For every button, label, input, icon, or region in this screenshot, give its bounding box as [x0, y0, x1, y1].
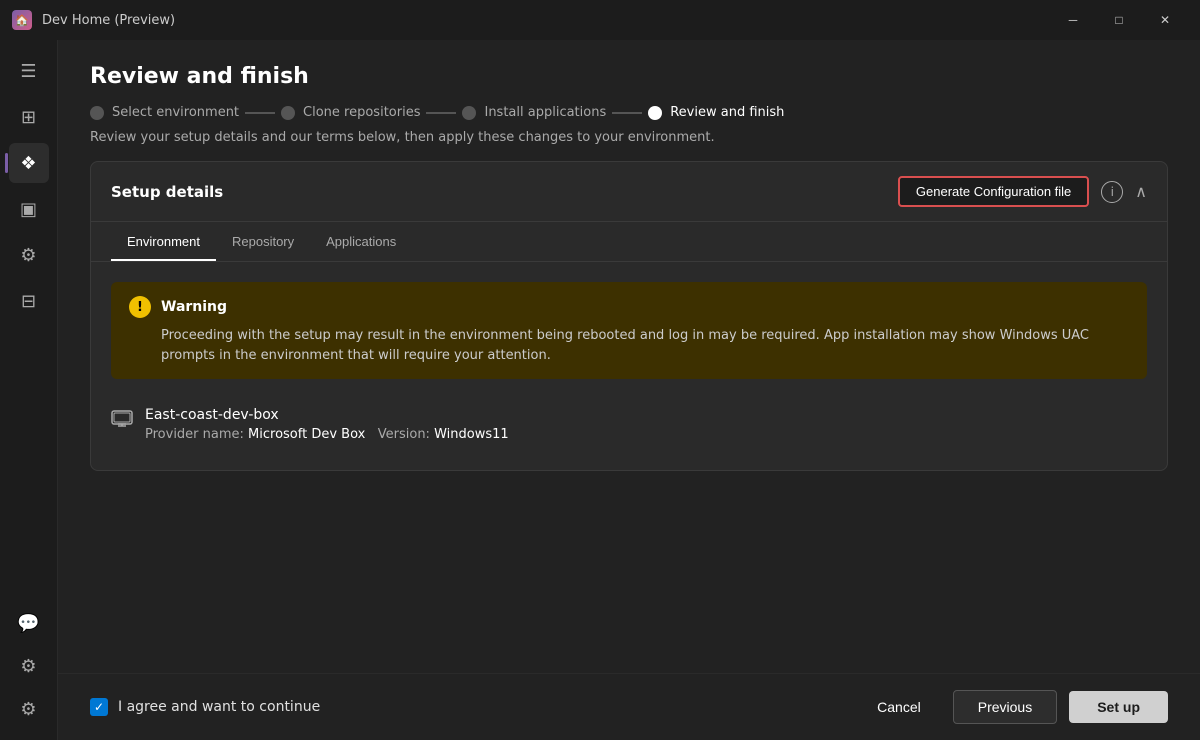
step-connector-3 — [612, 112, 642, 114]
menu-icon: ☰ — [20, 61, 36, 82]
environment-item: East-coast-dev-box Provider name: Micros… — [111, 399, 1147, 450]
step-2-dot — [281, 106, 295, 120]
footer-buttons: Cancel Previous Set up — [857, 690, 1168, 724]
device-icon: ▣ — [20, 199, 37, 220]
environment-details: East-coast-dev-box Provider name: Micros… — [145, 407, 509, 442]
step-4-label: Review and finish — [670, 105, 784, 120]
content-area: Setup details Generate Configuration fil… — [58, 161, 1200, 673]
agree-checkbox-box[interactable]: ✓ — [90, 698, 108, 716]
tab-environment[interactable]: Environment — [111, 222, 216, 261]
main-content: Review and finish Select environment Clo… — [58, 40, 1200, 740]
footer: ✓ I agree and want to continue Cancel Pr… — [58, 673, 1200, 740]
warning-text: Proceeding with the setup may result in … — [129, 326, 1129, 365]
step-4: Review and finish — [648, 105, 784, 120]
app-layout: ☰ ⊞ ❖ ▣ ⚙ ⊟ 💬 ⚙ ⚙ — [0, 40, 1200, 740]
maximize-button[interactable]: □ — [1096, 4, 1142, 36]
info-symbol: i — [1111, 185, 1114, 199]
minimize-button[interactable]: ─ — [1050, 4, 1096, 36]
step-3-dot — [462, 106, 476, 120]
sidebar-bottom: 💬 ⚙ ⚙ — [9, 600, 49, 732]
sidebar-item-gear2[interactable]: ⚙ — [9, 646, 49, 686]
step-1: Select environment — [90, 105, 239, 120]
sidebar-item-briefcase[interactable]: ⊟ — [9, 281, 49, 321]
sidebar: ☰ ⊞ ❖ ▣ ⚙ ⊟ 💬 ⚙ ⚙ — [0, 40, 58, 740]
step-1-label: Select environment — [112, 105, 239, 120]
step-connector-2 — [426, 112, 456, 114]
sidebar-item-menu[interactable]: ☰ — [9, 51, 49, 91]
app-icon: 🏠 — [12, 10, 32, 30]
warning-title: Warning — [161, 299, 227, 315]
warning-icon: ! — [129, 296, 151, 318]
tab-content-environment: ! Warning Proceeding with the setup may … — [91, 262, 1167, 470]
step-3: Install applications — [462, 105, 606, 120]
step-1-dot — [90, 106, 104, 120]
cancel-button[interactable]: Cancel — [857, 691, 941, 723]
step-3-label: Install applications — [484, 105, 606, 120]
collapse-button[interactable]: ∧ — [1135, 182, 1147, 202]
previous-button[interactable]: Previous — [953, 690, 1057, 724]
gear2-icon: ⚙ — [20, 656, 36, 677]
close-button[interactable]: ✕ — [1142, 4, 1188, 36]
sidebar-item-layers[interactable]: ❖ — [9, 143, 49, 183]
layers-icon: ❖ — [20, 153, 36, 174]
tab-repository[interactable]: Repository — [216, 222, 310, 261]
setup-card-title: Setup details — [111, 183, 886, 201]
titlebar: 🏠 Dev Home (Preview) ─ □ ✕ — [0, 0, 1200, 40]
setup-button[interactable]: Set up — [1069, 691, 1168, 723]
environment-icon — [111, 409, 133, 432]
agree-label: I agree and want to continue — [118, 699, 320, 715]
setup-card: Setup details Generate Configuration fil… — [90, 161, 1168, 471]
chat-icon: 💬 — [17, 613, 39, 634]
step-2: Clone repositories — [281, 105, 420, 120]
sidebar-item-device[interactable]: ▣ — [9, 189, 49, 229]
sidebar-item-settings2[interactable]: ⚙ — [9, 689, 49, 729]
sidebar-item-chat[interactable]: 💬 — [9, 603, 49, 643]
page-header: Review and finish Select environment Clo… — [58, 40, 1200, 161]
warning-box: ! Warning Proceeding with the setup may … — [111, 282, 1147, 379]
warning-header: ! Warning — [129, 296, 1129, 318]
window-controls: ─ □ ✕ — [1050, 4, 1188, 36]
environment-meta: Provider name: Microsoft Dev Box Version… — [145, 427, 509, 442]
dashboard-icon: ⊞ — [21, 107, 36, 128]
checkmark-icon: ✓ — [94, 700, 104, 714]
stepper: Select environment Clone repositories In… — [90, 105, 1168, 120]
page-subtitle: Review your setup details and our terms … — [90, 130, 1168, 145]
settings-icon: ⚙ — [20, 245, 36, 266]
page-title: Review and finish — [90, 64, 1168, 89]
step-connector-1 — [245, 112, 275, 114]
environment-name: East-coast-dev-box — [145, 407, 509, 423]
sidebar-item-dashboard[interactable]: ⊞ — [9, 97, 49, 137]
generate-config-button[interactable]: Generate Configuration file — [898, 176, 1089, 207]
sidebar-item-settings[interactable]: ⚙ — [9, 235, 49, 275]
settings2-icon: ⚙ — [20, 699, 36, 720]
step-4-dot — [648, 106, 662, 120]
agree-checkbox[interactable]: ✓ I agree and want to continue — [90, 698, 857, 716]
app-title: Dev Home (Preview) — [42, 13, 1050, 28]
briefcase-icon: ⊟ — [21, 291, 36, 312]
tabs-bar: Environment Repository Applications — [91, 222, 1167, 262]
setup-card-header: Setup details Generate Configuration fil… — [91, 162, 1167, 222]
tab-applications[interactable]: Applications — [310, 222, 412, 261]
step-2-label: Clone repositories — [303, 105, 420, 120]
info-icon[interactable]: i — [1101, 181, 1123, 203]
